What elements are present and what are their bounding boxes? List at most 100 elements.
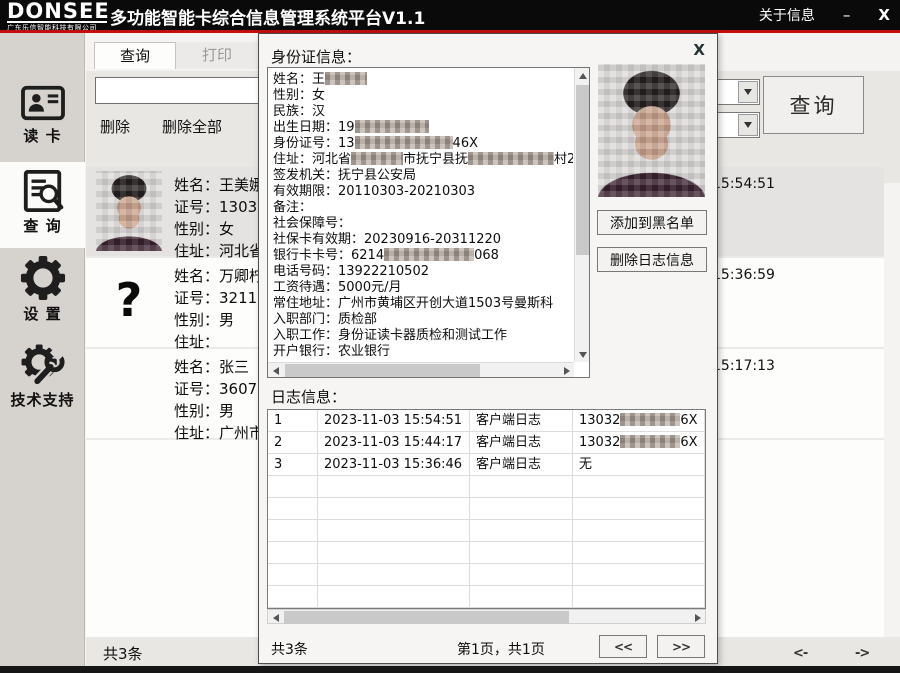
scrollbar-thumb[interactable] — [576, 85, 589, 255]
query-button[interactable]: 查询 — [763, 76, 864, 134]
log-table-cell — [268, 498, 318, 520]
log-table-row[interactable]: 12023-11-03 15:54:51客户端日志130326X — [268, 410, 705, 432]
field-value: 张三 — [219, 358, 249, 376]
log-table-cell — [470, 476, 573, 498]
redacted-pixelated-text — [355, 136, 453, 149]
id-info-line: 常住地址：广州市黄埔区开创大道1503号曼斯科 — [273, 296, 572, 312]
redacted-pixelated-text — [384, 248, 474, 261]
field-label: 姓名： — [174, 176, 219, 194]
log-table-horizontal-scrollbar[interactable] — [267, 609, 706, 624]
close-button[interactable]: X — [878, 6, 890, 24]
next-page-arrow[interactable]: -> — [855, 646, 869, 661]
log-table-cell — [573, 564, 705, 586]
field-label: 姓名： — [174, 267, 219, 285]
horizontal-scrollbar[interactable] — [268, 362, 574, 377]
logo: DONSEE 广东乐信智能科技有限公司 — [7, 1, 107, 32]
add-to-blacklist-button[interactable]: 添加到黑名单 — [597, 210, 707, 235]
dialog-close-button[interactable]: X — [693, 41, 705, 59]
sidebar-item-support[interactable]: 技术支持 — [0, 334, 85, 420]
arrow-up-icon — [579, 73, 587, 79]
field-label: 性别： — [174, 311, 219, 329]
tab-print[interactable]: 打印 — [176, 42, 258, 69]
log-table-cell — [268, 542, 318, 564]
record-photo — [96, 171, 162, 251]
log-table-cell — [470, 586, 573, 608]
scroll-right-button[interactable] — [690, 610, 705, 625]
scroll-left-button[interactable] — [268, 610, 283, 625]
id-info-line: 社会保障号： — [273, 216, 572, 232]
id-info-section-label: 身份证信息： — [271, 46, 361, 67]
vertical-scrollbar[interactable] — [574, 68, 589, 362]
prev-page-arrow[interactable]: <- — [793, 646, 807, 661]
id-info-line: 民族：汉 — [273, 104, 572, 120]
about-menu[interactable]: 关于信息 — [759, 5, 815, 25]
scroll-up-button[interactable] — [575, 68, 590, 83]
log-table-cell — [268, 520, 318, 542]
chevron-down-icon — [744, 89, 752, 95]
scrollbar-thumb[interactable] — [285, 364, 480, 377]
log-table-row — [268, 564, 705, 586]
redacted-pixelated-text — [351, 152, 403, 165]
field-value: 女 — [219, 220, 234, 238]
id-info-line: 工资待遇：5000元/月 — [273, 280, 572, 296]
record-time: 15:17:13 — [712, 358, 775, 374]
log-table-row[interactable]: 22023-11-03 15:44:17客户端日志130326X — [268, 432, 705, 454]
log-table-row — [268, 498, 705, 520]
log-table-cell: 2023-11-03 15:44:17 — [318, 432, 470, 454]
sidebar-item-query[interactable]: 查 询 — [0, 162, 85, 248]
id-info-line: 开户银行：农业银行 — [273, 344, 572, 360]
search-document-icon — [20, 169, 66, 213]
field-value: 男 — [219, 402, 234, 420]
redacted-pixelated-text — [468, 152, 554, 165]
sidebar-item-settings[interactable]: 设 置 — [0, 248, 85, 334]
log-table-cell — [470, 498, 573, 520]
id-info-line: 姓名：王 — [273, 72, 572, 88]
id-info-dialog: X 身份证信息： 姓名：王性别：女民族：汉出生日期：19身份证号：1346X住址… — [258, 33, 718, 664]
log-table-cell: 无 — [573, 454, 705, 476]
log-table-cell — [470, 564, 573, 586]
log-table-cell — [318, 586, 470, 608]
log-next-page-button[interactable]: >> — [657, 635, 705, 658]
combobox-dropdown-button[interactable] — [738, 114, 758, 136]
arrow-down-icon — [579, 352, 587, 358]
id-info-line: 出生日期：19 — [273, 120, 572, 136]
titlebar: DONSEE 广东乐信智能科技有限公司 多功能智能卡综合信息管理系统平台V1.1… — [0, 0, 900, 30]
log-table-cell: 2023-11-03 15:36:46 — [318, 454, 470, 476]
sidebar-item-label: 读 卡 — [0, 125, 85, 146]
arrow-left-icon — [273, 614, 279, 622]
scrollbar-thumb[interactable] — [284, 611, 569, 624]
scroll-right-button[interactable] — [559, 363, 574, 378]
log-table-row — [268, 586, 705, 608]
combobox-dropdown-button[interactable] — [738, 81, 758, 103]
delete-button[interactable]: 删除 — [100, 115, 130, 137]
log-section-label: 日志信息： — [271, 386, 346, 407]
log-table-cell — [470, 542, 573, 564]
window-bottom-border — [0, 666, 900, 673]
log-table-row — [268, 520, 705, 542]
delete-log-button[interactable]: 删除日志信息 — [597, 247, 707, 272]
id-info-line: 社保卡有效期：20230916-20311220 — [273, 232, 572, 248]
logo-text: DONSEE — [7, 1, 107, 23]
tab-query[interactable]: 查询 — [94, 42, 176, 69]
log-table-row[interactable]: 32023-11-03 15:36:46客户端日志无 — [268, 454, 705, 476]
log-prev-page-button[interactable]: << — [599, 635, 647, 658]
field-label: 证号： — [174, 380, 219, 398]
scroll-left-button[interactable] — [268, 363, 283, 378]
titlebar-controls: 关于信息 – X — [759, 5, 890, 25]
id-info-line: 备注： — [273, 200, 572, 216]
id-info-line: 签发机关：抚宁县公安局 — [273, 168, 572, 184]
scroll-down-button[interactable] — [575, 347, 590, 362]
minimize-button[interactable]: – — [843, 6, 851, 24]
id-info-line: 身份证号：1346X — [273, 136, 572, 152]
id-photo — [598, 64, 705, 197]
field-value: 男 — [219, 311, 234, 329]
id-info-line: 电话号码：13922210502 — [273, 264, 572, 280]
log-table-cell — [573, 498, 705, 520]
sidebar-item-read-card[interactable]: 读 卡 — [0, 76, 85, 162]
delete-all-button[interactable]: 删除全部 — [162, 115, 222, 137]
redacted-pixelated-text — [620, 413, 680, 426]
id-info-line: 住址：河北省市抚宁县抚村20号 — [273, 152, 572, 168]
record-count: 共3条 — [103, 643, 143, 664]
id-info-textarea[interactable]: 姓名：王性别：女民族：汉出生日期：19身份证号：1346X住址：河北省市抚宁县抚… — [267, 67, 590, 378]
sidebar: 读 卡 查 询 — [0, 33, 85, 666]
